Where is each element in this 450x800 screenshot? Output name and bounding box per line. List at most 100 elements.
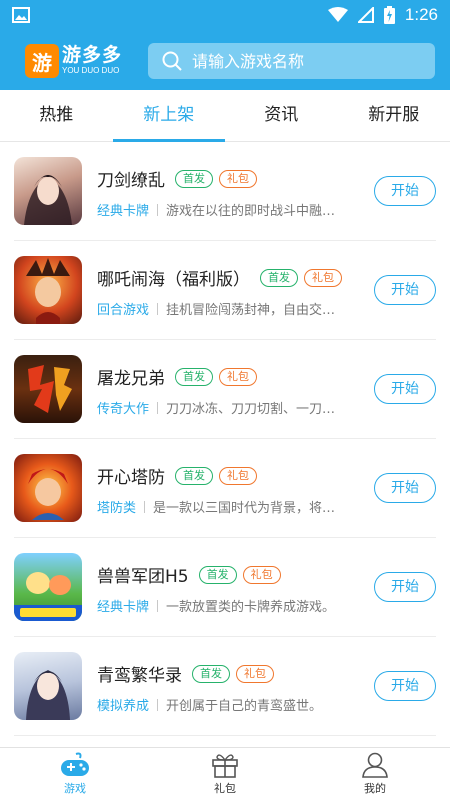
list-item[interactable]: 屠龙兄弟 首发 礼包 传奇大作 刀刀冰冻、刀刀切割、一刀… 开始 <box>14 340 436 439</box>
gift-pack-badge: 礼包 <box>219 466 257 485</box>
first-release-badge: 首发 <box>198 565 237 584</box>
title-line: 屠龙兄弟 首发 礼包 <box>97 364 352 389</box>
nav-profile[interactable]: 我的 <box>300 748 450 800</box>
first-release-badge: 首发 <box>175 169 213 188</box>
game-icon <box>14 454 82 522</box>
game-title: 刀剑缭乱 <box>97 171 165 191</box>
game-category: 塔防类 <box>97 501 137 516</box>
nav-gifts[interactable]: 礼包 <box>150 748 300 800</box>
start-button[interactable]: 开始 <box>374 374 436 404</box>
nav-games[interactable]: 游戏 <box>0 748 150 800</box>
brand: 游多多 YOU DUO DUO <box>62 44 122 76</box>
game-description: 开创属于自己的青鸾盛世。 <box>166 699 323 714</box>
first-release-badge: 首发 <box>175 466 213 485</box>
gift-pack-badge: 礼包 <box>242 565 281 584</box>
title-line: 刀剑缭乱 首发 礼包 <box>97 166 352 191</box>
start-button[interactable]: 开始 <box>374 275 436 305</box>
game-category: 经典卡牌 <box>97 600 150 615</box>
list-item[interactable]: 兽兽军团H5 首发 礼包 经典卡牌 一款放置类的卡牌养成游戏。 开始 <box>14 538 436 637</box>
search-icon <box>162 51 182 71</box>
sub-line: 塔防类 是一款以三国时代为背景，将… <box>97 497 347 516</box>
gift-pack-badge: 礼包 <box>219 169 257 188</box>
sub-line: 模拟养成 开创属于自己的青鸾盛世。 <box>97 695 347 714</box>
gift-pack-badge: 礼包 <box>219 367 257 386</box>
sub-line: 经典卡牌 游戏在以往的即时战斗中融… <box>97 200 347 219</box>
tab-new-servers[interactable]: 新开服 <box>338 90 450 141</box>
game-icon <box>14 256 82 324</box>
nav-gifts-label: 礼包 <box>214 782 236 795</box>
title-line: 开心塔防 首发 礼包 <box>97 463 352 488</box>
game-category: 回合游戏 <box>97 303 150 318</box>
divider <box>157 302 159 315</box>
list-item[interactable]: 哪吒闹海（福利版） 首发 礼包 回合游戏 挂机冒险闯荡封神，自由交… 开始 <box>14 241 436 340</box>
game-description: 挂机冒险闯荡封神，自由交… <box>166 303 336 318</box>
app-header: 游 游多多 YOU DUO DUO <box>0 32 450 90</box>
title-line: 哪吒闹海（福利版） 首发 礼包 <box>97 265 352 290</box>
category-tabs: 热推 新上架 资讯 新开服 <box>0 90 450 142</box>
first-release-badge: 首发 <box>192 664 230 683</box>
game-description: 是一款以三国时代为背景，将… <box>153 501 336 516</box>
wifi-icon <box>327 7 348 22</box>
gallery-notification-icon <box>12 7 30 23</box>
game-description: 一款放置类的卡牌养成游戏。 <box>166 600 336 615</box>
game-icon <box>14 157 82 225</box>
title-line: 青鸾繁华录 首发 礼包 <box>97 661 352 686</box>
tab-hot[interactable]: 热推 <box>0 90 113 141</box>
gift-box-icon <box>212 754 238 778</box>
portrait-art <box>28 469 68 520</box>
tab-news[interactable]: 资讯 <box>225 90 338 141</box>
gift-pack-badge: 礼包 <box>304 268 342 287</box>
portrait-art <box>24 175 72 225</box>
search-input[interactable] <box>192 51 412 71</box>
game-category: 模拟养成 <box>97 699 150 714</box>
calligraphy-art <box>28 365 72 413</box>
divider <box>144 500 146 513</box>
start-button[interactable]: 开始 <box>374 572 436 602</box>
list-item[interactable]: 青鸾繁华录 首发 礼包 模拟养成 开创属于自己的青鸾盛世。 开始 <box>14 637 436 736</box>
list-item[interactable]: 开心塔防 首发 礼包 塔防类 是一款以三国时代为背景，将… 开始 <box>14 439 436 538</box>
bottom-nav: 游戏 礼包 我的 <box>0 747 450 800</box>
game-category: 传奇大作 <box>97 402 150 417</box>
list-item[interactable]: 刀剑缭乱 首发 礼包 经典卡牌 游戏在以往的即时战斗中融… 开始 <box>14 142 436 241</box>
sub-line: 传奇大作 刀刀冰冻、刀刀切割、一刀… <box>97 398 347 417</box>
app-name: 游多多 <box>62 44 123 66</box>
game-title: 青鸾繁华录 <box>97 666 182 686</box>
game-title: 哪吒闹海（福利版） <box>97 270 250 290</box>
portrait-art <box>26 670 70 720</box>
status-bar: 1:26 <box>0 0 450 32</box>
signal-icon <box>357 7 374 23</box>
divider <box>157 698 159 711</box>
app-name-en: YOU DUO DUO <box>62 66 120 75</box>
game-category: 经典卡牌 <box>97 204 150 219</box>
start-button[interactable]: 开始 <box>374 176 436 206</box>
game-title: 屠龙兄弟 <box>97 369 165 389</box>
sub-line: 经典卡牌 一款放置类的卡牌养成游戏。 <box>97 596 347 615</box>
app-logo: 游 <box>25 44 59 78</box>
sub-line: 回合游戏 挂机冒险闯荡封神，自由交… <box>97 299 347 318</box>
game-title: 兽兽军团H5 <box>97 567 189 587</box>
first-release-badge: 首发 <box>175 367 213 386</box>
tab-new-arrivals[interactable]: 新上架 <box>112 90 226 142</box>
divider <box>157 203 159 216</box>
first-release-badge: 首发 <box>260 268 298 287</box>
status-time: 1:26 <box>404 5 438 24</box>
start-button[interactable]: 开始 <box>374 473 436 503</box>
battery-icon <box>383 6 395 24</box>
gift-pack-badge: 礼包 <box>236 664 274 683</box>
game-list: 刀剑缭乱 首发 礼包 经典卡牌 游戏在以往的即时战斗中融… 开始 哪吒闹海（福利… <box>0 142 450 736</box>
nav-profile-label: 我的 <box>364 782 386 795</box>
divider <box>157 599 159 612</box>
game-icon <box>14 553 82 621</box>
game-description: 游戏在以往的即时战斗中融… <box>166 204 336 219</box>
start-button[interactable]: 开始 <box>374 671 436 701</box>
game-title: 开心塔防 <box>97 468 165 488</box>
logo-char: 游 <box>32 50 52 75</box>
search-bar[interactable] <box>148 43 435 79</box>
game-description: 刀刀冰冻、刀刀切割、一刀… <box>166 402 336 417</box>
user-icon <box>362 752 388 778</box>
portrait-art <box>26 258 70 324</box>
gamepad-icon <box>61 752 89 776</box>
cartoon-art <box>14 572 82 621</box>
divider <box>157 401 159 414</box>
nav-games-label: 游戏 <box>64 782 86 795</box>
